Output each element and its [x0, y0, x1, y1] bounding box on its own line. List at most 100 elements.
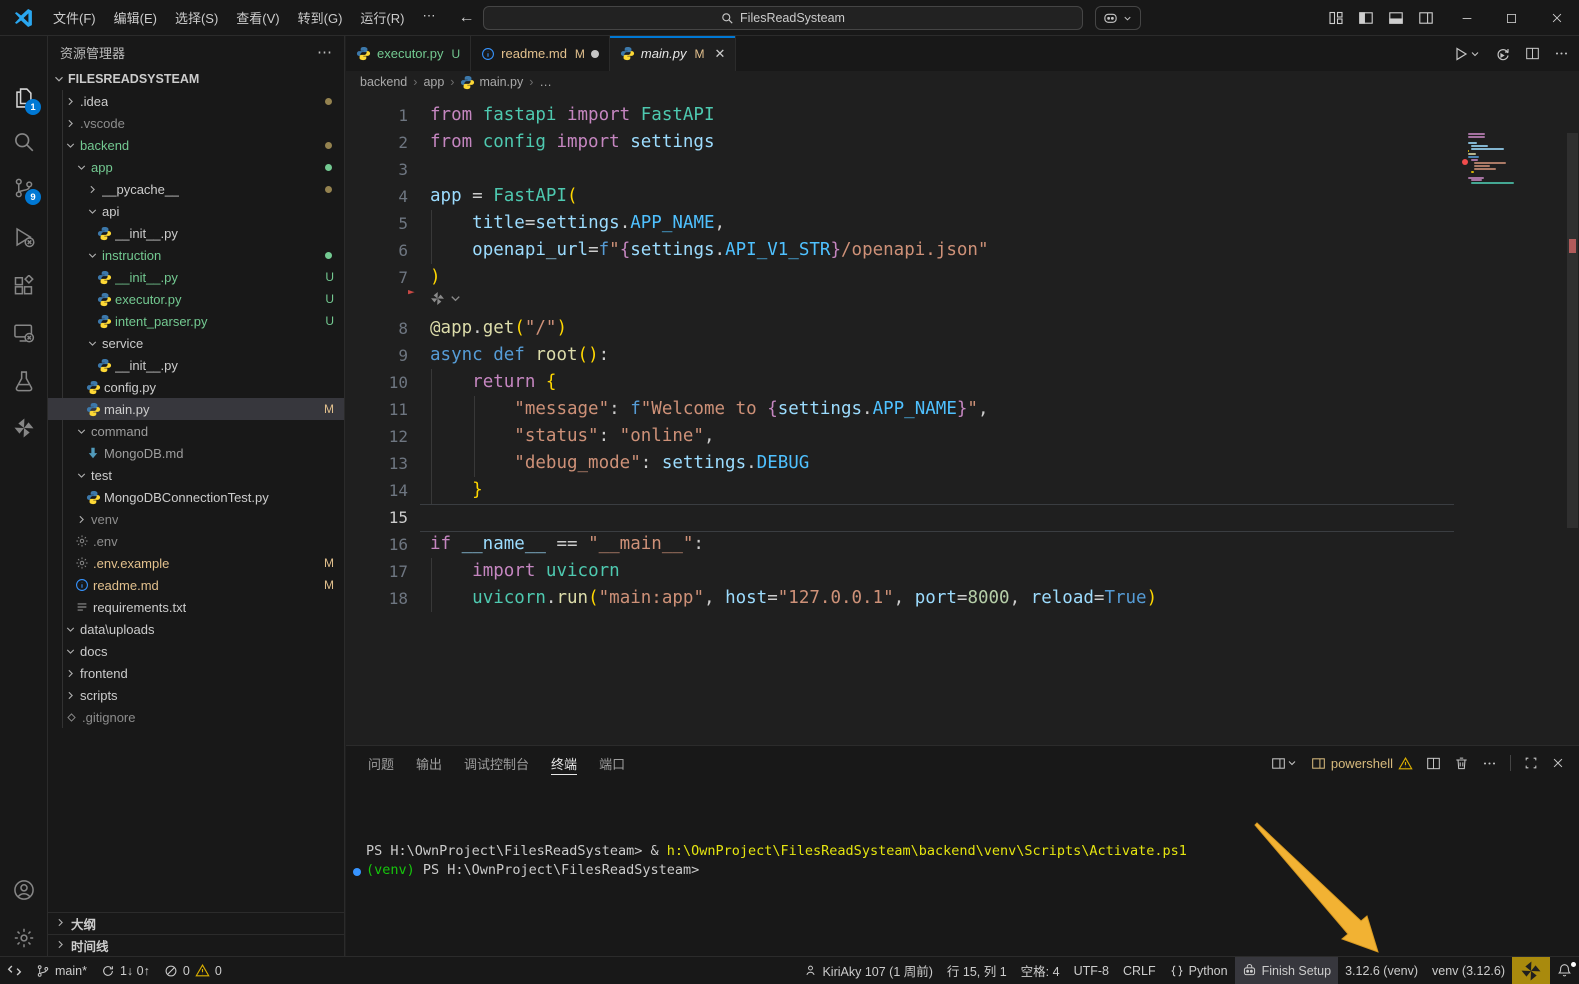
terminal-shell-item[interactable]: powershell — [1311, 756, 1413, 771]
tree-folder-docs[interactable]: docs — [48, 640, 344, 662]
panel-tab-0[interactable]: 问题 — [368, 746, 394, 780]
tree-folder-api[interactable]: api — [48, 200, 344, 222]
terminal[interactable]: PS H:\OwnProject\FilesReadSysteam> & h:\… — [346, 780, 1579, 957]
status-encoding[interactable]: UTF-8 — [1067, 957, 1116, 984]
tree-file-requirements.txt[interactable]: requirements.txt — [48, 596, 344, 618]
tree-file-.gitignore[interactable]: .gitignore — [48, 706, 344, 728]
copilot-button[interactable] — [1095, 6, 1141, 30]
tab-close-icon[interactable]: ✕ — [714, 46, 725, 62]
activity-source-control[interactable]: 9 — [0, 166, 48, 210]
tree-folder-test[interactable]: test — [48, 464, 344, 486]
panel-action-terminal-more[interactable] — [1482, 756, 1497, 771]
tree-folder-venv[interactable]: venv — [48, 508, 344, 530]
status-git-branch[interactable]: main* — [29, 957, 94, 984]
tab-readme.md[interactable]: readme.mdM — [471, 36, 610, 71]
panel-tab-1[interactable]: 输出 — [416, 746, 442, 780]
tree-file-config.py[interactable]: config.py — [48, 376, 344, 398]
editor-action-split-editor[interactable] — [1525, 46, 1540, 61]
menu-item-0[interactable]: 文件(F) — [44, 4, 105, 31]
breadcrumb-item-0[interactable]: backend — [360, 75, 407, 89]
panel-action-split-terminal[interactable] — [1426, 756, 1441, 771]
tree-folder-command[interactable]: command — [48, 420, 344, 442]
tree-folder-__pycache__[interactable]: __pycache__ — [48, 178, 344, 200]
layout-sidebar-left-icon[interactable] — [1358, 10, 1374, 26]
tree-file-intent_parser.py[interactable]: intent_parser.pyU — [48, 310, 344, 332]
panel-action-maximize-panel[interactable] — [1524, 756, 1538, 770]
panel-action-close-panel[interactable] — [1551, 756, 1565, 770]
tree-file-__init__.py[interactable]: __init__.pyU — [48, 266, 344, 288]
scrollbar-slider[interactable] — [1567, 133, 1578, 528]
tab-main.py[interactable]: main.pyM✕ — [610, 36, 736, 71]
panel-action-terminal-launch-profile[interactable] — [1271, 756, 1298, 771]
status-language-mode[interactable]: Python — [1163, 957, 1235, 984]
activity-search[interactable] — [0, 120, 48, 164]
status-indentation[interactable]: 空格: 4 — [1014, 957, 1067, 984]
status-notifications[interactable] — [1550, 957, 1579, 984]
tree-folder-.idea[interactable]: .idea — [48, 90, 344, 112]
menu-item-5[interactable]: 运行(R) — [351, 4, 413, 31]
layout-customize-icon[interactable] — [1328, 10, 1344, 26]
tree-file-MongoDBConnectionTest.py[interactable]: MongoDBConnectionTest.py — [48, 486, 344, 508]
code-editor[interactable]: 1from fastapi import FastAPI2from config… — [346, 93, 1579, 745]
maximize-icon[interactable] — [1489, 0, 1534, 36]
tree-folder-data_uploads[interactable]: data\uploads — [48, 618, 344, 640]
menu-item-6[interactable]: ⋯ — [413, 4, 444, 31]
activity-testing[interactable] — [0, 359, 48, 403]
panel-action-kill-terminal[interactable] — [1454, 756, 1469, 771]
layout-sidebar-right-icon[interactable] — [1418, 10, 1434, 26]
activity-explorer[interactable]: 1 — [0, 76, 48, 120]
editor-action-run-or-debug[interactable] — [1495, 46, 1511, 62]
activity-account[interactable] — [0, 868, 48, 912]
status-git-sync[interactable]: 1↓ 0↑ — [94, 957, 157, 984]
tree-folder-backend[interactable]: backend — [48, 134, 344, 156]
status-python-interpreter[interactable]: 3.12.6 (venv) — [1338, 957, 1425, 984]
tree-folder-frontend[interactable]: frontend — [48, 662, 344, 684]
tree-file-__init__.py[interactable]: __init__.py — [48, 222, 344, 244]
editor-action-run-python-file[interactable] — [1453, 46, 1481, 62]
menu-item-4[interactable]: 转到(G) — [289, 4, 352, 31]
activity-manage-settings[interactable] — [0, 916, 48, 960]
panel-tab-4[interactable]: 端口 — [599, 746, 625, 780]
status-cursor-position[interactable]: 行 15, 列 1 — [940, 957, 1014, 984]
editor-action-more-actions[interactable] — [1554, 46, 1569, 61]
status-problems[interactable]: 00 — [157, 957, 229, 984]
activity-remote-explorer[interactable] — [0, 311, 48, 355]
panel-tab-2[interactable]: 调试控制台 — [464, 746, 529, 780]
status-finish-setup[interactable]: Finish Setup — [1235, 957, 1338, 984]
search-input[interactable]: FilesReadSysteam — [483, 6, 1083, 30]
minimize-icon[interactable] — [1444, 0, 1489, 36]
tree-file-main.py[interactable]: main.pyM — [48, 398, 344, 420]
tree-root[interactable]: FILESREADSYSTEAM — [48, 68, 344, 90]
tree-folder-app[interactable]: app — [48, 156, 344, 178]
breadcrumb-item-1[interactable]: app — [423, 75, 444, 89]
status-venv-indicator[interactable]: venv (3.12.6) — [1425, 957, 1512, 984]
status-remote-indicator[interactable] — [0, 957, 29, 984]
activity-pinwheel-extension[interactable] — [0, 406, 48, 450]
tree-file-.env.example[interactable]: .env.exampleM — [48, 552, 344, 574]
menu-item-1[interactable]: 编辑(E) — [105, 4, 166, 31]
activity-extensions[interactable] — [0, 264, 48, 308]
menu-item-3[interactable]: 查看(V) — [227, 4, 288, 31]
sidebar-section-0[interactable]: 大纲 — [48, 912, 344, 934]
layout-panel-icon[interactable] — [1388, 10, 1404, 26]
tree-file-.env[interactable]: .env — [48, 530, 344, 552]
breadcrumb-item-2[interactable]: main.py — [460, 75, 523, 90]
tab-executor.py[interactable]: executor.pyU — [346, 36, 471, 71]
close-icon[interactable] — [1534, 0, 1579, 36]
status-git-blame[interactable]: KiriAky 107 (1 周前) — [797, 957, 939, 984]
breadcrumb-item-3[interactable]: … — [539, 75, 552, 89]
tree-file-__init__.py[interactable]: __init__.py — [48, 354, 344, 376]
inline-extension-widget[interactable] — [430, 291, 463, 306]
status-eol[interactable]: CRLF — [1116, 957, 1163, 984]
menu-item-2[interactable]: 选择(S) — [166, 4, 227, 31]
minimap[interactable] — [1468, 133, 1544, 189]
views-more-icon[interactable]: ⋯ — [317, 43, 332, 61]
sidebar-section-1[interactable]: 时间线 — [48, 934, 344, 956]
tree-folder-scripts[interactable]: scripts — [48, 684, 344, 706]
tree-file-MongoDB.md[interactable]: MongoDB.md — [48, 442, 344, 464]
tree-folder-instruction[interactable]: instruction — [48, 244, 344, 266]
tree-file-executor.py[interactable]: executor.pyU — [48, 288, 344, 310]
activity-run-debug[interactable] — [0, 215, 48, 259]
panel-tab-3[interactable]: 终端 — [551, 746, 577, 780]
tree-file-readme.md[interactable]: readme.mdM — [48, 574, 344, 596]
